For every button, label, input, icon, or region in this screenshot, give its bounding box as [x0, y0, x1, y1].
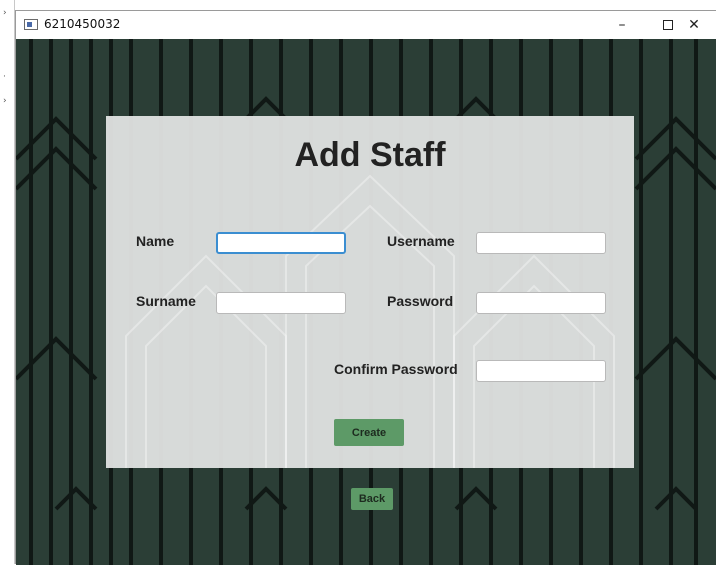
password-label: Password	[387, 293, 454, 309]
surname-label: Surname	[136, 293, 196, 309]
minimize-button[interactable]: –	[599, 11, 645, 39]
confirm-password-field[interactable]	[476, 360, 606, 382]
create-button[interactable]: Create	[334, 419, 404, 446]
name-field[interactable]	[216, 232, 346, 254]
password-field[interactable]	[476, 292, 606, 314]
edge-glyph: ·	[3, 72, 6, 82]
username-label: Username	[387, 233, 455, 249]
window-title: 6210450032	[44, 17, 121, 31]
desktop-edge: › · ›	[0, 0, 15, 564]
back-button[interactable]: Back	[351, 488, 393, 510]
title-bar[interactable]: 6210450032 – ✕	[16, 11, 716, 39]
surname-field[interactable]	[216, 292, 346, 314]
background-scene: Add Staff Name Surname Username Password…	[16, 39, 716, 565]
name-label: Name	[136, 233, 175, 249]
close-button[interactable]: ✕	[671, 11, 716, 39]
edge-glyph: ›	[3, 8, 7, 18]
add-staff-form-card: Add Staff Name Surname Username Password…	[106, 116, 634, 468]
username-field[interactable]	[476, 232, 606, 254]
edge-glyph: ›	[3, 96, 7, 106]
close-icon: ✕	[688, 17, 700, 33]
app-window: 6210450032 – ✕ Add Staff Name Surname Us…	[15, 10, 716, 565]
window-app-icon	[24, 19, 38, 30]
minimize-icon: –	[618, 17, 626, 33]
confirm-password-label: Confirm Password	[334, 361, 458, 377]
page-title: Add Staff	[294, 136, 446, 174]
